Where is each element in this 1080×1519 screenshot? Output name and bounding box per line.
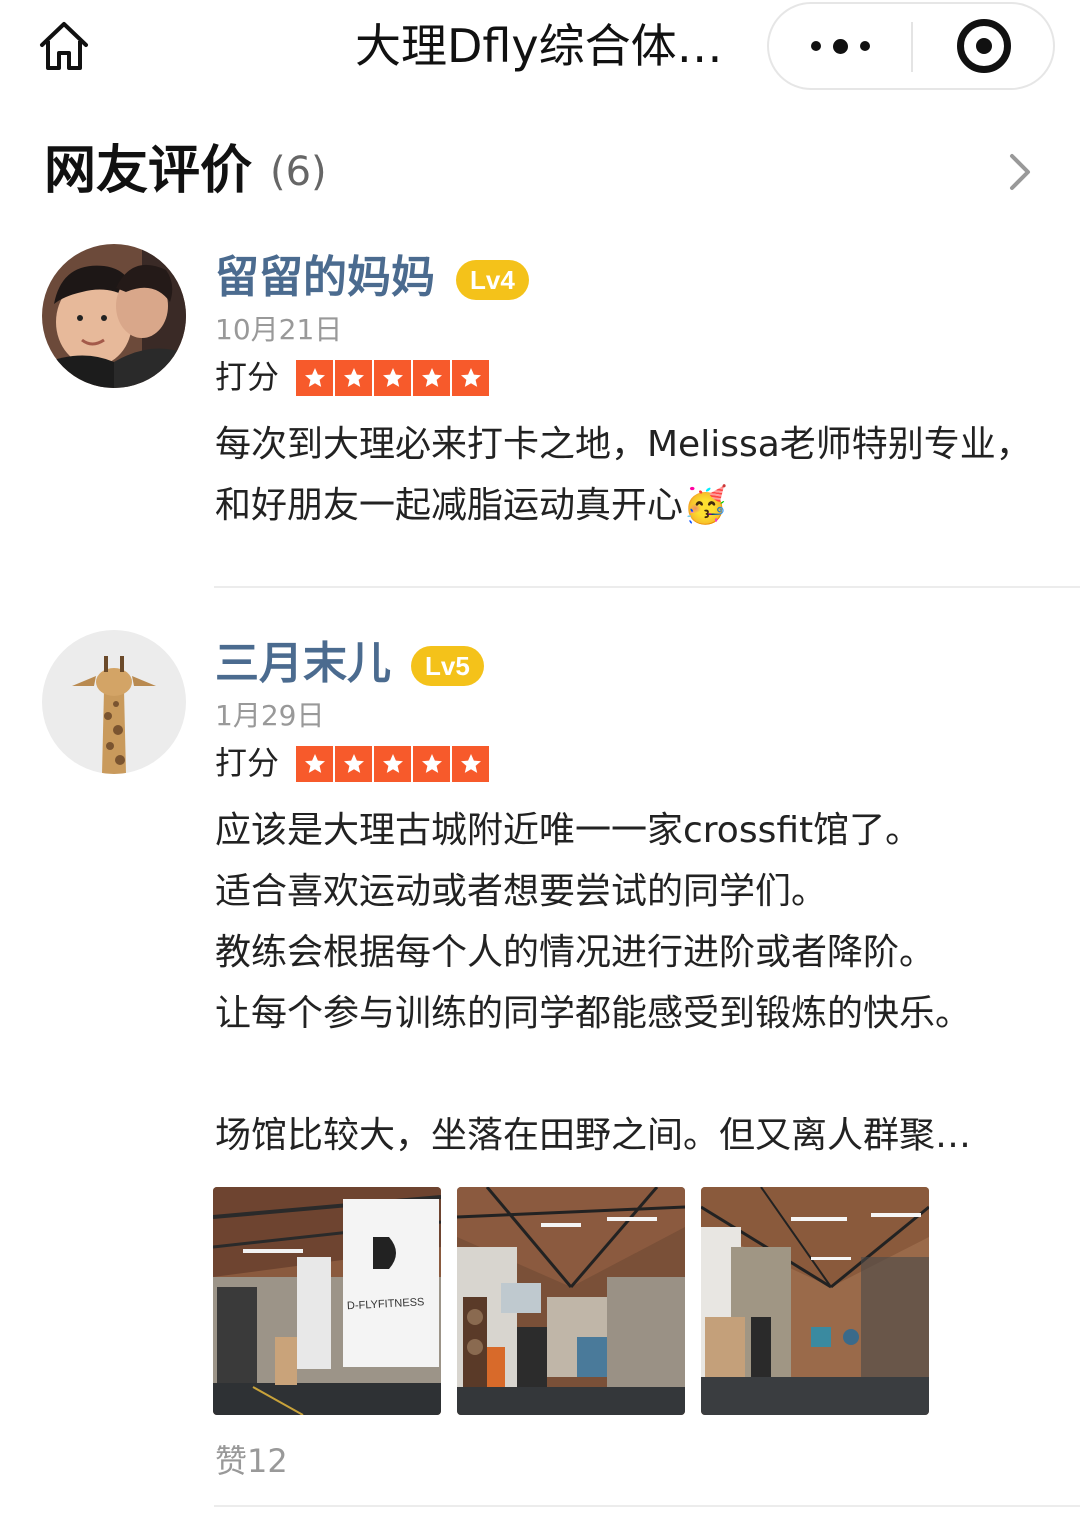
star-icon — [335, 360, 372, 396]
review-date: 1月29日 — [215, 699, 325, 732]
review-photo[interactable] — [457, 1187, 685, 1415]
review-divider — [214, 586, 1080, 588]
star-icon — [374, 746, 411, 782]
review-photo[interactable] — [701, 1187, 929, 1415]
review-photo[interactable]: D-FLYFITNESS — [213, 1187, 441, 1415]
page-title: 大理Dfly综合体… — [355, 19, 723, 73]
score-label: 打分 — [215, 744, 280, 782]
star-icon — [374, 360, 411, 396]
review-count: (6) — [270, 149, 327, 195]
level-badge: Lv4 — [456, 260, 529, 300]
star-icon — [335, 746, 372, 782]
score-label: 打分 — [215, 358, 280, 396]
chevron-right-icon — [1010, 154, 1030, 190]
star-icon — [413, 360, 450, 396]
reviews-section-header[interactable]: 网友评价 (6) — [44, 138, 1044, 208]
review-divider — [214, 1505, 1080, 1507]
reviewer-nickname[interactable]: 三月末儿 — [215, 636, 391, 692]
review-text[interactable]: 每次到大理必来打卡之地，Melissa老师特别专业，和好朋友一起减脂运动真开心🥳 — [215, 414, 1035, 536]
close-button[interactable] — [913, 4, 1055, 88]
home-icon — [40, 22, 88, 70]
star-rating — [296, 360, 489, 396]
avatar[interactable] — [42, 630, 186, 774]
mini-program-capsule — [767, 2, 1055, 90]
home-button[interactable] — [34, 16, 94, 76]
level-badge: Lv5 — [411, 646, 484, 686]
review-date: 10月21日 — [215, 313, 343, 346]
star-icon — [452, 746, 489, 782]
reviewer-nickname[interactable]: 留留的妈妈 — [215, 250, 435, 306]
more-button[interactable] — [769, 4, 911, 88]
more-dots-icon — [810, 38, 870, 54]
like-count[interactable]: 赞12 — [215, 1440, 288, 1482]
review-text[interactable]: 应该是大理古城附近唯一一家crossfit馆了。 适合喜欢运动或者想要尝试的同学… — [215, 800, 1035, 1166]
star-icon — [452, 360, 489, 396]
review-photos: D-FLYFITNESS — [213, 1187, 929, 1415]
star-icon — [296, 746, 333, 782]
avatar[interactable] — [42, 244, 186, 388]
top-bar: 大理Dfly综合体… — [0, 0, 1080, 92]
star-icon — [413, 746, 450, 782]
star-icon — [296, 360, 333, 396]
star-rating — [296, 746, 489, 782]
section-title: 网友评价 — [44, 141, 253, 201]
target-icon — [957, 19, 1011, 73]
